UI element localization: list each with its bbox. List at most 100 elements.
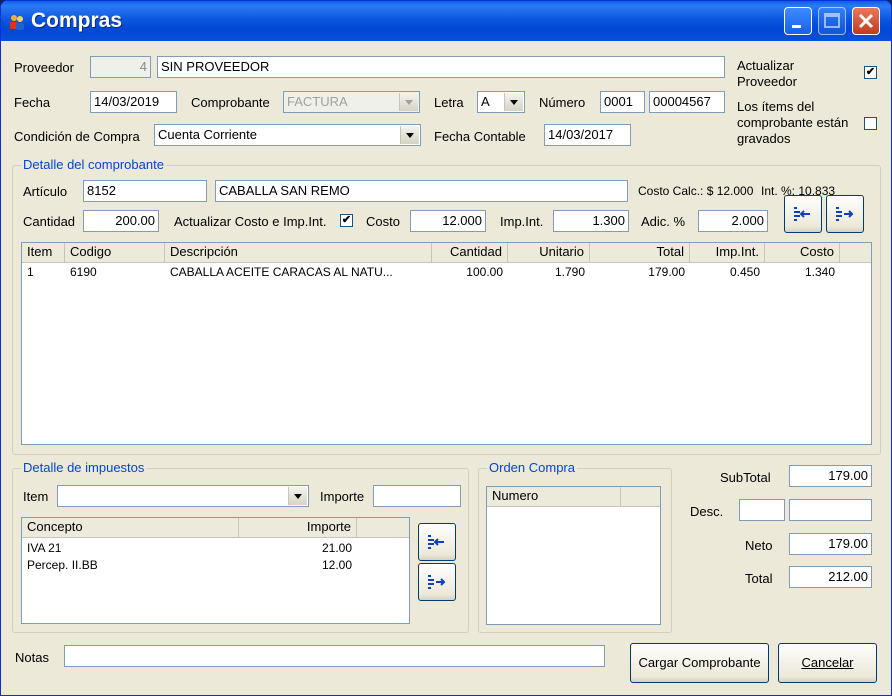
desc-value-field[interactable]: [789, 499, 872, 521]
gravados-label: Los ítems del comprobante están gravados: [737, 99, 848, 147]
col-numero[interactable]: Numero: [487, 487, 621, 506]
chevron-down-icon[interactable]: [400, 126, 419, 144]
desc-pct-field[interactable]: [739, 499, 785, 521]
fecha-contable-field[interactable]: 14/03/2017: [544, 124, 631, 146]
costo-field[interactable]: 12.000: [410, 210, 486, 232]
actualizar-proveedor-checkbox[interactable]: ✔: [864, 66, 877, 79]
maximize-icon: [824, 13, 840, 28]
cantidad-field[interactable]: 200.00: [83, 210, 159, 232]
proveedor-label: Proveedor: [14, 60, 74, 75]
gravados-checkbox[interactable]: [864, 117, 877, 130]
neto-label: Neto: [745, 538, 773, 553]
impuestos-grid-header: Concepto Importe: [22, 518, 409, 538]
add-row-icon: [428, 575, 446, 589]
articulo-label: Artículo: [23, 184, 68, 199]
col-codigo[interactable]: Codigo: [65, 243, 165, 262]
adic-field[interactable]: 2.000: [698, 210, 768, 232]
col-descripcion[interactable]: Descripción: [165, 243, 432, 262]
remove-item-button[interactable]: [784, 195, 822, 233]
remove-row-icon: [428, 535, 444, 549]
title-bar[interactable]: Compras: [1, 1, 891, 41]
cell-concepto: Percep. II.BB: [27, 558, 98, 572]
adic-label: Adic. %: [641, 214, 686, 229]
minimize-button[interactable]: [784, 7, 812, 35]
subtotal-field[interactable]: 179.00: [789, 465, 872, 487]
actualizar-proveedor-line2: Proveedor: [737, 74, 797, 89]
impuestos-grid[interactable]: Concepto Importe IVA 21 21.00 Percep. II…: [21, 517, 410, 624]
col-costo[interactable]: Costo: [765, 243, 840, 262]
chevron-down-icon[interactable]: [504, 93, 523, 111]
proveedor-name-field[interactable]: SIN PROVEEDOR: [157, 56, 725, 78]
gravados-line3: gravados: [737, 131, 791, 146]
cancelar-button[interactable]: Cancelar: [778, 643, 877, 683]
remove-impuesto-button[interactable]: [418, 523, 456, 561]
cell-descripcion: CABALLA ACEITE CARACAS AL NATU...: [170, 265, 393, 279]
cell-item: 1: [27, 265, 34, 279]
comprobante-value: FACTURA: [287, 94, 348, 109]
window-title: Compras: [31, 9, 123, 32]
cell-unitario: 1.790: [554, 265, 585, 279]
detalle-comprobante-title: Detalle del comprobante: [21, 157, 166, 172]
items-grid-header: Item Codigo Descripción Cantidad Unitari…: [22, 243, 871, 263]
close-icon: [858, 13, 874, 29]
add-impuesto-button[interactable]: [418, 563, 456, 601]
fecha-contable-label: Fecha Contable: [434, 129, 526, 144]
orden-compra-title: Orden Compra: [487, 460, 577, 475]
chevron-down-icon[interactable]: [288, 487, 307, 505]
compras-window: Compras Proveedor 4 SIN PROVEEDOR Actual…: [0, 0, 892, 696]
letra-select[interactable]: A: [477, 91, 525, 113]
condicion-label: Condición de Compra: [14, 129, 140, 144]
maximize-button[interactable]: [818, 7, 846, 35]
fecha-label: Fecha: [14, 95, 51, 110]
comprobante-select[interactable]: FACTURA: [283, 91, 420, 113]
minimize-icon: [792, 25, 801, 28]
comprobante-label: Comprobante: [191, 95, 270, 110]
numero-pv-field[interactable]: 0001: [600, 91, 645, 113]
cell-costo: 1.340: [804, 265, 835, 279]
impuesto-importe-label: Importe: [320, 489, 365, 504]
chevron-down-icon[interactable]: [399, 93, 418, 111]
users-icon: [10, 15, 24, 30]
notas-field[interactable]: [64, 645, 605, 667]
col-concepto[interactable]: Concepto: [22, 518, 239, 537]
total-label: Total: [745, 571, 773, 586]
proveedor-code-field[interactable]: 4: [90, 56, 151, 78]
add-item-button[interactable]: [826, 195, 864, 233]
articulo-desc-field[interactable]: CABALLA SAN REMO: [215, 180, 628, 202]
letra-value: A: [481, 94, 490, 109]
numero-nro-field[interactable]: 00004567: [649, 91, 725, 113]
neto-field[interactable]: 179.00: [789, 533, 872, 555]
table-row[interactable]: IVA 21 21.00: [22, 540, 409, 557]
actualizar-proveedor-label: Actualizar Proveedor: [737, 58, 797, 90]
cantidad-label: Cantidad: [23, 214, 76, 229]
fecha-field[interactable]: 14/03/2019: [90, 91, 177, 113]
impint-label: Imp.Int.: [500, 214, 544, 229]
numero-label: Número: [539, 95, 586, 110]
items-grid[interactable]: Item Codigo Descripción Cantidad Unitari…: [21, 242, 872, 445]
total-field[interactable]: 212.00: [789, 566, 872, 588]
impint-field[interactable]: 1.300: [553, 210, 629, 232]
orden-grid-header: Numero: [487, 487, 660, 507]
col-cantidad[interactable]: Cantidad: [432, 243, 508, 262]
condicion-select[interactable]: Cuenta Corriente: [154, 124, 421, 146]
col-impint[interactable]: Imp.Int.: [690, 243, 765, 262]
impuesto-item-select[interactable]: [57, 485, 309, 507]
cargar-comprobante-button[interactable]: Cargar Comprobante: [630, 643, 769, 683]
subtotal-label: SubTotal: [720, 470, 771, 485]
col-unitario[interactable]: Unitario: [508, 243, 590, 262]
remove-row-icon: [794, 207, 810, 221]
col-importe[interactable]: Importe: [239, 518, 357, 537]
table-row[interactable]: 1 6190 CABALLA ACEITE CARACAS AL NATU...…: [22, 264, 871, 281]
orden-compra-grid[interactable]: Numero: [486, 486, 661, 625]
actualizar-costo-label: Actualizar Costo e Imp.Int.: [174, 214, 327, 229]
add-row-icon: [836, 207, 854, 221]
impuesto-importe-field[interactable]: [373, 485, 461, 507]
articulo-code-field[interactable]: 8152: [83, 180, 207, 202]
table-row[interactable]: Percep. II.BB 12.00: [22, 557, 409, 574]
desc-label: Desc.: [690, 504, 724, 519]
gravados-line2: comprobante están: [737, 115, 849, 130]
col-total[interactable]: Total: [590, 243, 690, 262]
col-item[interactable]: Item: [22, 243, 65, 262]
close-button[interactable]: [852, 7, 880, 35]
actualizar-costo-checkbox[interactable]: ✔: [340, 214, 353, 227]
